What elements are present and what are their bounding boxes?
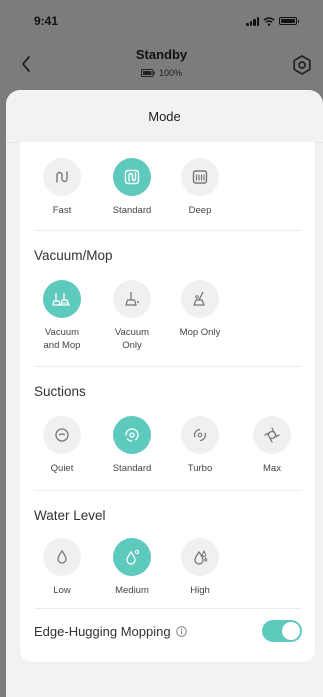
option-label: Max [263,463,281,474]
edge-hugging-toggle[interactable] [262,620,302,642]
water-option-high[interactable]: High [170,538,230,597]
vacuum-mop-option-both[interactable]: Vacuum and Mop [32,280,92,352]
option-label: High [190,585,210,596]
option-circle [113,538,151,576]
section-divider [34,490,302,491]
mode-settings-card: Fast Standard Deep Vacuum/Mop Vacuum and… [20,142,315,662]
app-header: Standby 100% [0,42,323,90]
option-circle [43,158,81,196]
battery-icon [279,17,299,25]
vacuum-mop-option-vacuum[interactable]: Vacuum Only [102,280,162,352]
option-circle [181,416,219,454]
vacuum-mop-title: Vacuum/Mop [34,248,113,263]
option-circle [43,416,81,454]
mop-only-icon [193,291,205,306]
mode-sheet: Mode Fast Standard Deep Vacuum/Mop Vacuu… [6,90,323,697]
section-divider [34,366,302,367]
device-battery: 100% [0,68,323,78]
option-circle [181,280,219,318]
mode-option-fast[interactable]: Fast [32,158,92,217]
water-drop-low-icon [57,549,67,564]
section-divider [34,230,302,231]
option-circle [113,416,151,454]
status-bar: 9:41 [0,0,323,42]
section-divider [34,608,302,609]
option-circle [181,158,219,196]
water-option-low[interactable]: Low [32,538,92,597]
option-label: Quiet [50,463,74,474]
hexagon-settings-icon [293,55,311,75]
option-label: Vacuum and Mop [43,327,81,351]
water-option-medium[interactable]: Medium [102,538,162,597]
option-label: Standard [112,205,152,216]
edge-hugging-row: Edge-Hugging Mopping [34,618,302,644]
vacuum-and-mop-icon [52,293,70,306]
standard-path-icon [124,169,140,185]
suction-option-quiet[interactable]: Quiet [32,416,92,475]
toggle-knob [282,622,300,640]
option-circle [43,280,81,318]
water-level-title: Water Level [34,508,106,523]
deep-path-icon [192,170,208,184]
mode-option-deep[interactable]: Deep [170,158,230,217]
device-status-title: Standby [135,47,188,62]
option-label: Fast [52,205,72,216]
info-icon[interactable] [175,625,187,637]
mode-option-standard[interactable]: Standard [102,158,162,217]
option-label: Standard [112,463,152,474]
battery-icon [140,69,155,77]
option-label: Turbo [187,463,213,474]
option-circle [253,416,291,454]
sheet-title: Mode [148,108,181,124]
suctions-title: Suctions [34,384,86,399]
option-label: Low [53,585,71,596]
wifi-icon [263,16,275,26]
water-drop-high-icon [194,549,208,565]
status-icons [246,16,299,26]
option-label: Deep [188,205,212,216]
water-drop-medium-icon [126,549,140,565]
quiet-fan-icon [55,428,69,442]
max-fan-icon [264,427,280,443]
status-time: 9:41 [34,14,59,28]
turbo-fan-icon [193,428,207,442]
suction-option-turbo[interactable]: Turbo [170,416,230,475]
settings-button[interactable] [289,52,315,78]
fast-wave-icon [56,171,68,183]
edge-hugging-text: Edge-Hugging Mopping [34,623,171,639]
standard-fan-icon [125,428,139,442]
battery-level: 100% [158,68,183,78]
option-label: Medium [115,585,149,596]
vacuum-mop-option-mop[interactable]: Mop Only [170,280,230,339]
option-circle [43,538,81,576]
option-circle [113,280,151,318]
option-circle [113,158,151,196]
suction-option-standard[interactable]: Standard [102,416,162,475]
vacuum-only-icon [125,292,139,306]
option-label: Vacuum Only [114,327,150,351]
suction-option-max[interactable]: Max [242,416,302,475]
edge-hugging-label: Edge-Hugging Mopping [34,624,187,639]
signal-icon [246,16,259,26]
option-label: Mop Only [179,327,221,338]
option-circle [181,538,219,576]
